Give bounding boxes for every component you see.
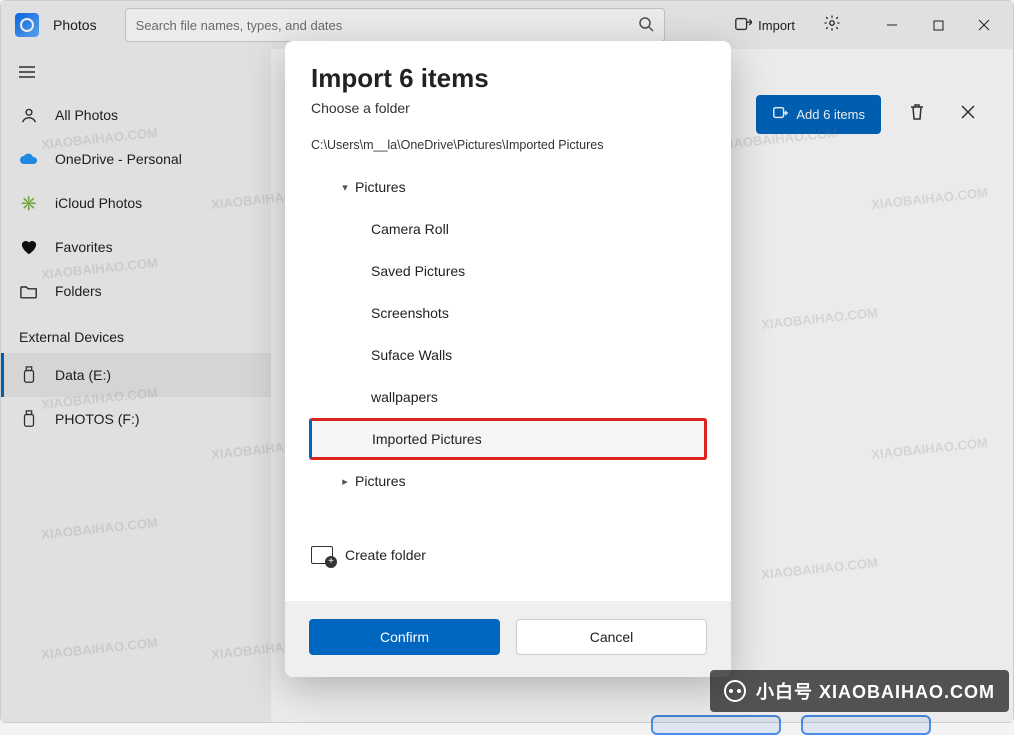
confirm-button[interactable]: Confirm <box>309 619 500 655</box>
tree-label: Pictures <box>355 179 406 195</box>
tree-item-pictures-2[interactable]: ▸ Pictures <box>311 460 705 502</box>
tree-item[interactable]: Saved Pictures <box>311 250 705 292</box>
watermark-badge: 小白号 XIAOBAIHAO.COM <box>710 670 1009 712</box>
confirm-label: Confirm <box>380 629 429 645</box>
cancel-button[interactable]: Cancel <box>516 619 707 655</box>
tree-label: Suface Walls <box>371 347 452 363</box>
tree-label: Imported Pictures <box>372 431 482 447</box>
dialog-path: C:\Users\m__la\OneDrive\Pictures\Importe… <box>311 138 705 152</box>
tree-item[interactable]: wallpapers <box>311 376 705 418</box>
tree-item[interactable]: Screenshots <box>311 292 705 334</box>
import-dialog: Import 6 items Choose a folder C:\Users\… <box>285 41 731 677</box>
chevron-down-icon[interactable]: ▾ <box>335 181 355 194</box>
watermark-text: 小白号 XIAOBAIHAO.COM <box>756 678 995 704</box>
folder-tree: ▾ Pictures Camera Roll Saved Pictures Sc… <box>311 166 705 502</box>
tree-label: Pictures <box>355 473 406 489</box>
create-folder-icon <box>311 546 333 564</box>
tree-item-pictures[interactable]: ▾ Pictures <box>311 166 705 208</box>
tree-item[interactable]: Camera Roll <box>311 208 705 250</box>
create-folder-label: Create folder <box>345 547 426 563</box>
chevron-right-icon[interactable]: ▸ <box>335 475 355 488</box>
dialog-footer: Confirm Cancel <box>285 601 731 677</box>
cancel-label: Cancel <box>590 629 634 645</box>
tree-label: Screenshots <box>371 305 449 321</box>
tree-item-imported-pictures[interactable]: Imported Pictures <box>309 418 707 460</box>
dialog-title: Import 6 items <box>311 63 705 94</box>
tree-label: Camera Roll <box>371 221 449 237</box>
create-folder-button[interactable]: Create folder <box>311 542 705 576</box>
tree-label: wallpapers <box>371 389 438 405</box>
tree-label: Saved Pictures <box>371 263 465 279</box>
dialog-subtitle: Choose a folder <box>311 100 705 116</box>
tree-item[interactable]: Suface Walls <box>311 334 705 376</box>
broadcast-icon <box>724 680 746 702</box>
